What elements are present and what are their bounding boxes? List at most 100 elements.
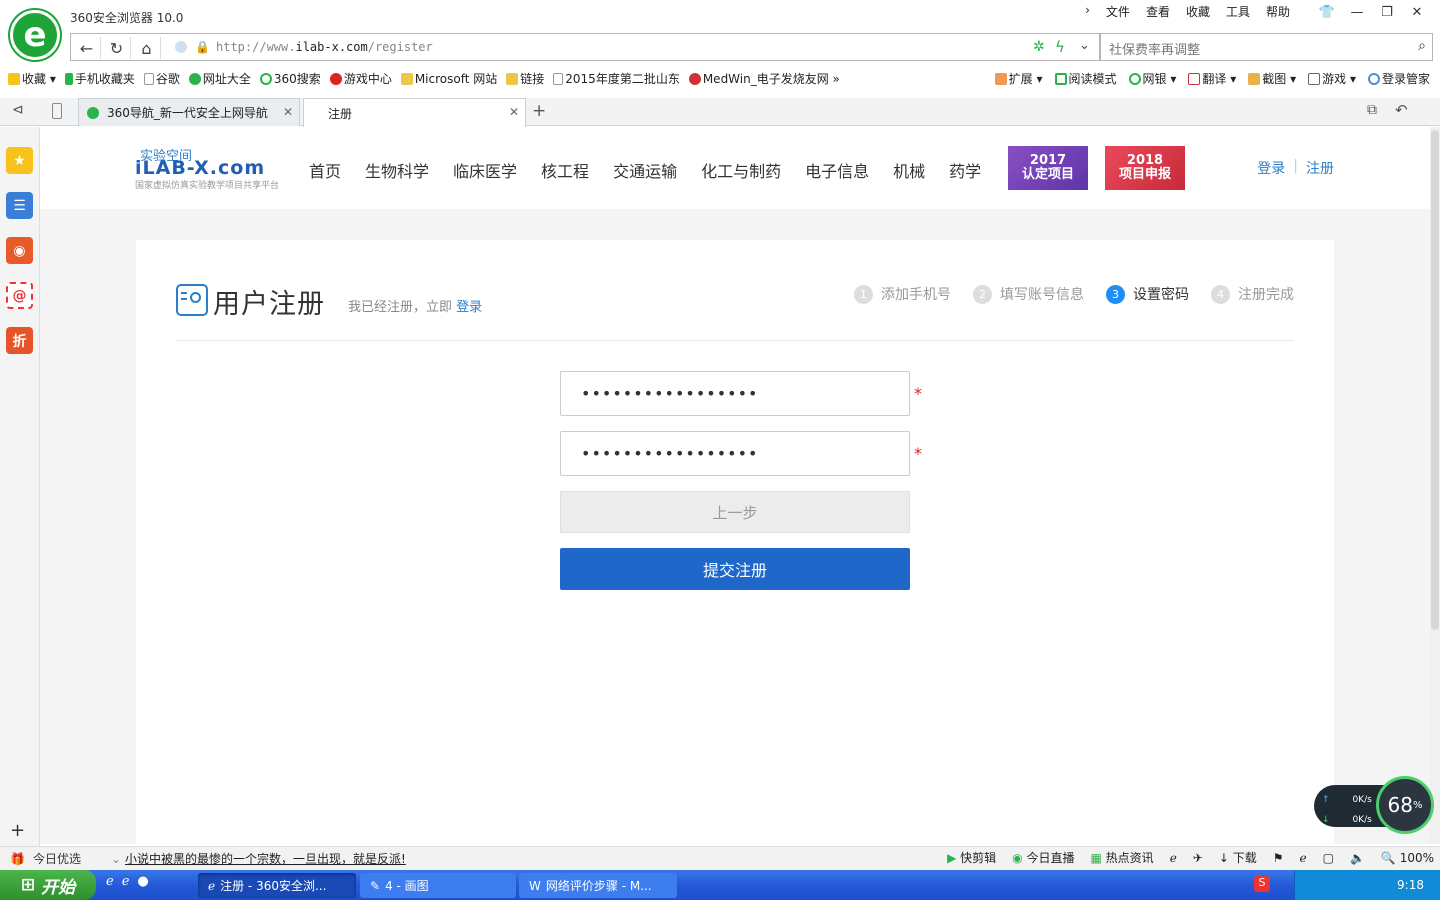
nav-electronics[interactable]: 电子信息 xyxy=(805,158,869,182)
promo-2017[interactable]: 2017 认定项目 xyxy=(1008,146,1088,190)
scrollbar-thumb[interactable] xyxy=(1431,130,1439,630)
taskbar-window-word[interactable]: W 网络评价步骤 - M... xyxy=(519,873,677,898)
bookmark-microsoft[interactable]: Microsoft 网站 xyxy=(400,70,497,87)
live-button[interactable]: ◉ 今日直播 xyxy=(1012,849,1074,866)
reader-mode-button[interactable]: 阅读模式 xyxy=(1054,70,1117,87)
search-box[interactable]: 社保费率再调整 ⌕ xyxy=(1100,33,1433,61)
refresh-icon[interactable]: ↻ xyxy=(103,37,131,59)
ie-launch-icon[interactable]: ℯ xyxy=(106,874,114,889)
security-icon[interactable]: 🔒 xyxy=(195,40,210,54)
extensions-button[interactable]: 扩展 ▾ xyxy=(994,70,1043,87)
bookmark-mobile[interactable]: 手机收藏夹 xyxy=(64,70,135,87)
discount-icon[interactable]: 折 xyxy=(6,327,33,354)
site-info-icon[interactable] xyxy=(175,41,187,53)
new-tab-button[interactable]: + xyxy=(532,101,546,121)
close-button[interactable]: ✕ xyxy=(1402,2,1432,22)
minimize-button[interactable]: — xyxy=(1342,2,1372,22)
quick-clip-button[interactable]: ▶ 快剪辑 xyxy=(947,849,996,866)
login-manager-button[interactable]: 登录管家 xyxy=(1367,70,1430,87)
bookmark-360search[interactable]: 360搜索 xyxy=(259,70,321,87)
menu-file[interactable]: 文件 xyxy=(1106,3,1130,20)
taskbar-window-paint[interactable]: ✎ 4 - 画图 xyxy=(360,873,516,898)
bookmark-nav[interactable]: 网址大全 xyxy=(188,70,251,87)
flag-icon[interactable]: ⚑ xyxy=(1273,851,1284,865)
collapse-sidebar-icon[interactable]: ⊲ xyxy=(12,102,24,118)
chevron-down-icon[interactable]: ⌄ xyxy=(111,852,121,866)
login-now-link[interactable]: 登录 xyxy=(456,300,482,315)
bookmark-shandong[interactable]: 2015年度第二批山东 xyxy=(553,70,680,87)
today-picks[interactable]: 今日优选 xyxy=(33,850,81,867)
ie-icon[interactable]: ℯ xyxy=(1170,851,1177,865)
input-method-icon[interactable]: S xyxy=(1254,876,1270,892)
clock[interactable]: 9:18 xyxy=(1397,878,1424,892)
bookmark-medwin[interactable]: MedWin_电子发烧友网 » xyxy=(688,70,840,87)
tab-list-icon[interactable]: ⧉ xyxy=(1367,102,1377,118)
volume-icon[interactable]: 🔈 xyxy=(1350,851,1365,865)
start-button[interactable]: ⊞ 开始 xyxy=(0,870,96,900)
step-4: 4 注册完成 xyxy=(1211,284,1294,304)
nav-mechanical[interactable]: 机械 xyxy=(893,158,925,182)
speedup-icon[interactable]: ✲ xyxy=(1033,39,1045,55)
reading-list-icon[interactable]: ☰ xyxy=(6,192,33,219)
screenshot-button[interactable]: 截图 ▾ xyxy=(1248,70,1296,87)
browser-logo-icon[interactable]: e xyxy=(10,10,60,60)
tab-close-icon[interactable]: ✕ xyxy=(283,105,293,119)
lightning-icon[interactable]: ϟ xyxy=(1055,38,1065,56)
nav-clinical[interactable]: 临床医学 xyxy=(453,158,517,182)
hot-news-button[interactable]: ▦ 热点资讯 xyxy=(1091,849,1154,866)
bookmark-favorites[interactable]: 收藏 ▾ xyxy=(8,70,56,87)
translate-button[interactable]: 翻译 ▾ xyxy=(1188,70,1236,87)
memory-usage-gauge[interactable]: 68% xyxy=(1376,776,1434,834)
tab-register[interactable]: 注册 ✕ xyxy=(303,98,526,127)
nav-nuclear[interactable]: 核工程 xyxy=(541,158,589,182)
nav-bio[interactable]: 生物科学 xyxy=(365,158,429,182)
register-link[interactable]: 注册 xyxy=(1306,158,1334,178)
add-sidebar-icon[interactable]: + xyxy=(10,820,25,841)
search-input[interactable]: 社保费率再调整 xyxy=(1109,39,1200,58)
skin-icon[interactable]: 👕 xyxy=(1312,2,1342,22)
url-field[interactable]: http://www.ilab-x.com/register xyxy=(216,40,433,54)
weibo-icon[interactable]: ◉ xyxy=(6,237,33,264)
mail-icon[interactable]: @ xyxy=(6,282,33,309)
nav-transport[interactable]: 交通运输 xyxy=(613,158,677,182)
bookmark-games[interactable]: 游戏中心 xyxy=(329,70,392,87)
window-icon[interactable]: ▢ xyxy=(1323,851,1334,865)
home-icon[interactable]: ⌂ xyxy=(133,37,161,59)
login-link[interactable]: 登录 xyxy=(1257,158,1285,178)
tab-close-icon[interactable]: ✕ xyxy=(509,105,519,119)
bank-button[interactable]: 网银 ▾ xyxy=(1128,70,1176,87)
mobile-icon[interactable] xyxy=(52,103,62,119)
favorites-star-icon[interactable]: ★ xyxy=(6,147,33,174)
back-icon[interactable]: ← xyxy=(73,37,101,59)
taskbar-window-browser[interactable]: ℯ 注册 - 360安全浏... xyxy=(198,873,356,898)
games-button[interactable]: 游戏 ▾ xyxy=(1308,70,1356,87)
menu-help[interactable]: 帮助 xyxy=(1266,3,1290,20)
pin-icon[interactable]: ✈ xyxy=(1193,851,1203,865)
news-ticker[interactable]: 小说中被黑的最惨的一个宗数，一旦出现，就是反派! xyxy=(125,850,406,867)
promo-2018[interactable]: 2018 项目申报 xyxy=(1105,146,1185,190)
confirm-password-field[interactable]: ••••••••••••••••• xyxy=(560,431,910,476)
password-field[interactable]: ••••••••••••••••• xyxy=(560,371,910,416)
tab-360nav[interactable]: 360导航_新一代安全上网导航 ✕ xyxy=(78,98,300,126)
bookmark-google[interactable]: 谷歌 xyxy=(143,70,180,87)
site-logo[interactable]: 实验空间 iLAB-X.com 国家虚拟仿真实验教学项目共享平台 xyxy=(135,145,285,191)
nav-home[interactable]: 首页 xyxy=(309,158,341,182)
qq-launch-icon[interactable]: ● xyxy=(137,874,148,889)
menu-favorites[interactable]: 收藏 xyxy=(1186,3,1210,20)
zoom-button[interactable]: 🔍 100% xyxy=(1381,851,1434,865)
menu-view[interactable]: 查看 xyxy=(1146,3,1170,20)
bookmark-links[interactable]: 链接 xyxy=(506,70,544,87)
menu-tools[interactable]: 工具 xyxy=(1226,3,1250,20)
maximize-button[interactable]: ❐ xyxy=(1372,2,1402,22)
submit-register-button[interactable]: 提交注册 xyxy=(560,548,910,590)
download-button[interactable]: ↓ 下载 xyxy=(1219,849,1257,866)
browser-launch-icon[interactable]: ℯ xyxy=(122,874,130,889)
nav-pharmacy[interactable]: 药学 xyxy=(949,158,981,182)
previous-step-button[interactable]: 上一步 xyxy=(560,491,910,533)
search-icon[interactable]: ⌕ xyxy=(1418,38,1426,54)
url-dropdown-icon[interactable]: ⌄ xyxy=(1079,38,1090,53)
nav-chem[interactable]: 化工与制药 xyxy=(701,158,781,182)
undo-close-icon[interactable]: ↶ xyxy=(1395,101,1408,119)
compat-icon[interactable]: ℯ xyxy=(1300,851,1307,865)
menu-arrow-icon[interactable]: › xyxy=(1085,3,1090,20)
